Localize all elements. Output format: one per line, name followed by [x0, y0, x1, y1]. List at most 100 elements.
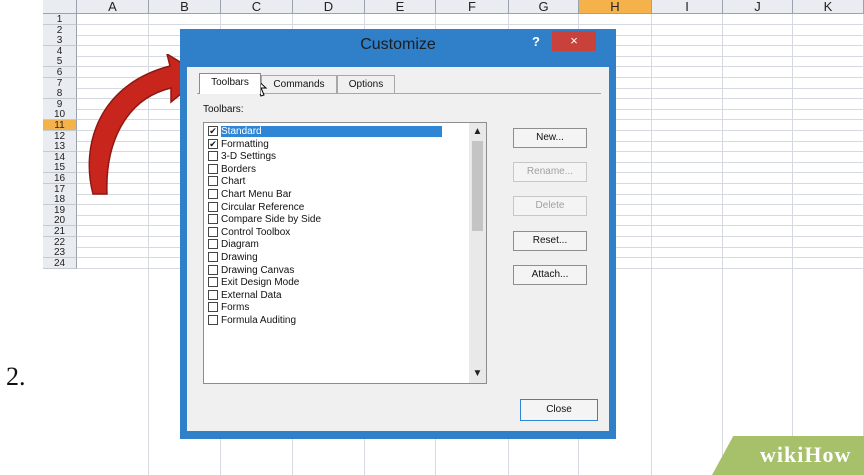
row-header[interactable]: 14: [43, 151, 77, 163]
close-window-button[interactable]: ×: [552, 31, 596, 51]
toolbar-list-item[interactable]: Diagram: [206, 239, 470, 250]
row-header[interactable]: 13: [43, 141, 77, 153]
checkbox[interactable]: [208, 252, 218, 262]
toolbar-item-label: Exit Design Mode: [221, 277, 300, 289]
toolbar-list-item[interactable]: Chart: [206, 176, 470, 187]
column-header[interactable]: K: [793, 0, 864, 14]
checkbox[interactable]: [208, 151, 218, 162]
delete-button[interactable]: Delete: [513, 196, 587, 216]
row-header[interactable]: 21: [43, 226, 77, 237]
column-header[interactable]: B: [149, 0, 221, 14]
toolbar-item-label: Drawing Canvas: [221, 264, 295, 276]
toolbar-item-label: Control Toolbox: [221, 226, 291, 238]
toolbar-list-item[interactable]: Drawing Canvas: [206, 264, 470, 276]
toolbar-item-label: Drawing: [221, 252, 258, 263]
dialog-panel: Toolbars Commands Options Toolbars: ✔ Sta…: [187, 67, 609, 431]
column-header[interactable]: H: [579, 0, 652, 14]
checkbox[interactable]: [208, 201, 218, 212]
row-header[interactable]: 6: [43, 67, 77, 78]
scroll-down-icon[interactable]: ▼: [469, 367, 486, 381]
checkbox[interactable]: [208, 214, 218, 225]
toolbar-item-label: Standard: [221, 126, 442, 137]
rename-button[interactable]: Rename...: [513, 162, 587, 182]
checkbox[interactable]: ✔: [208, 126, 218, 136]
row-header[interactable]: 20: [43, 215, 77, 227]
select-all-corner[interactable]: [43, 0, 77, 14]
column-header[interactable]: E: [365, 0, 436, 14]
toolbar-item-label: Borders: [221, 163, 257, 175]
checkbox[interactable]: [208, 239, 218, 250]
toolbars-label: Toolbars:: [203, 104, 244, 115]
toolbar-list-item[interactable]: Borders: [206, 163, 470, 175]
row-header[interactable]: 4: [43, 45, 77, 57]
new-button[interactable]: New...: [513, 128, 587, 148]
row-header[interactable]: 8: [43, 88, 77, 100]
toolbar-item-label: External Data: [221, 289, 282, 301]
toolbar-item-label: Diagram: [221, 239, 259, 251]
column-header[interactable]: J: [723, 0, 793, 14]
toolbars-list[interactable]: ✔ Standard ✔ Formatting 3-D Settings Borders C…: [203, 122, 487, 384]
row-header[interactable]: 11: [43, 120, 77, 131]
tab-commands[interactable]: Commands: [261, 75, 337, 93]
toolbar-item-label: 3-D Settings: [221, 151, 277, 163]
toolbar-list-item[interactable]: Formula Auditing: [206, 315, 470, 326]
column-header[interactable]: I: [652, 0, 723, 14]
help-button[interactable]: ?: [528, 33, 544, 51]
checkbox[interactable]: [208, 302, 218, 313]
row-header[interactable]: 22: [43, 236, 77, 248]
wikihow-watermark: wikiHow: [760, 442, 852, 467]
column-header[interactable]: A: [77, 0, 149, 14]
row-header[interactable]: 23: [43, 247, 77, 259]
attach-button[interactable]: Attach...: [513, 265, 587, 285]
row-header[interactable]: 12: [43, 130, 77, 142]
row-header[interactable]: 5: [43, 56, 77, 68]
grid-line: [651, 14, 652, 475]
checkbox[interactable]: [208, 277, 218, 288]
scroll-thumb[interactable]: [472, 141, 483, 231]
toolbar-list-item[interactable]: Forms: [206, 302, 470, 313]
row-header[interactable]: 2: [43, 24, 77, 36]
toolbar-list-item[interactable]: Drawing: [206, 252, 470, 263]
customize-dialog: Customize ? × Toolbars Commands Options …: [180, 29, 616, 439]
row-header[interactable]: 10: [43, 109, 77, 121]
column-header[interactable]: C: [221, 0, 293, 14]
row-header[interactable]: 19: [43, 204, 77, 216]
toolbar-list-item[interactable]: Exit Design Mode: [206, 277, 470, 288]
dialog-titlebar[interactable]: Customize ? ×: [180, 29, 616, 61]
tab-toolbars[interactable]: Toolbars: [199, 73, 261, 94]
row-header[interactable]: 9: [43, 98, 77, 110]
column-header[interactable]: G: [509, 0, 579, 14]
toolbar-list-item[interactable]: Control Toolbox: [206, 226, 470, 238]
row-header[interactable]: 16: [43, 173, 77, 184]
checkbox[interactable]: [208, 289, 218, 300]
toolbar-list-item[interactable]: ✔ Formatting: [206, 138, 470, 150]
row-header[interactable]: 3: [43, 35, 77, 47]
close-button[interactable]: Close: [520, 399, 598, 421]
column-header[interactable]: F: [436, 0, 509, 14]
toolbar-list-item[interactable]: External Data: [206, 289, 470, 301]
toolbar-list-item[interactable]: 3-D Settings: [206, 151, 470, 162]
toolbar-list-item[interactable]: Circular Reference: [206, 201, 470, 213]
row-header[interactable]: 1: [43, 14, 77, 25]
list-scrollbar[interactable]: ▲ ▼: [469, 123, 486, 383]
row-header[interactable]: 15: [43, 162, 77, 174]
row-header[interactable]: 7: [43, 77, 77, 89]
scroll-up-icon[interactable]: ▲: [469, 125, 486, 139]
checkbox[interactable]: ✔: [208, 138, 218, 149]
checkbox[interactable]: [208, 226, 218, 237]
toolbar-list-item[interactable]: ✔ Standard: [206, 126, 470, 137]
checkbox[interactable]: [208, 189, 218, 199]
reset-button[interactable]: Reset...: [513, 231, 587, 251]
toolbar-list-item[interactable]: Compare Side by Side: [206, 214, 470, 225]
tab-options[interactable]: Options: [337, 75, 395, 93]
row-header[interactable]: 24: [43, 257, 77, 269]
toolbar-item-label: Circular Reference: [221, 201, 305, 213]
toolbar-list-item[interactable]: Chart Menu Bar: [206, 189, 470, 200]
checkbox[interactable]: [208, 264, 218, 275]
checkbox[interactable]: [208, 163, 218, 174]
column-header[interactable]: D: [293, 0, 365, 14]
row-header[interactable]: 17: [43, 183, 77, 195]
checkbox[interactable]: [208, 315, 218, 325]
row-header[interactable]: 18: [43, 194, 77, 206]
checkbox[interactable]: [208, 176, 218, 187]
